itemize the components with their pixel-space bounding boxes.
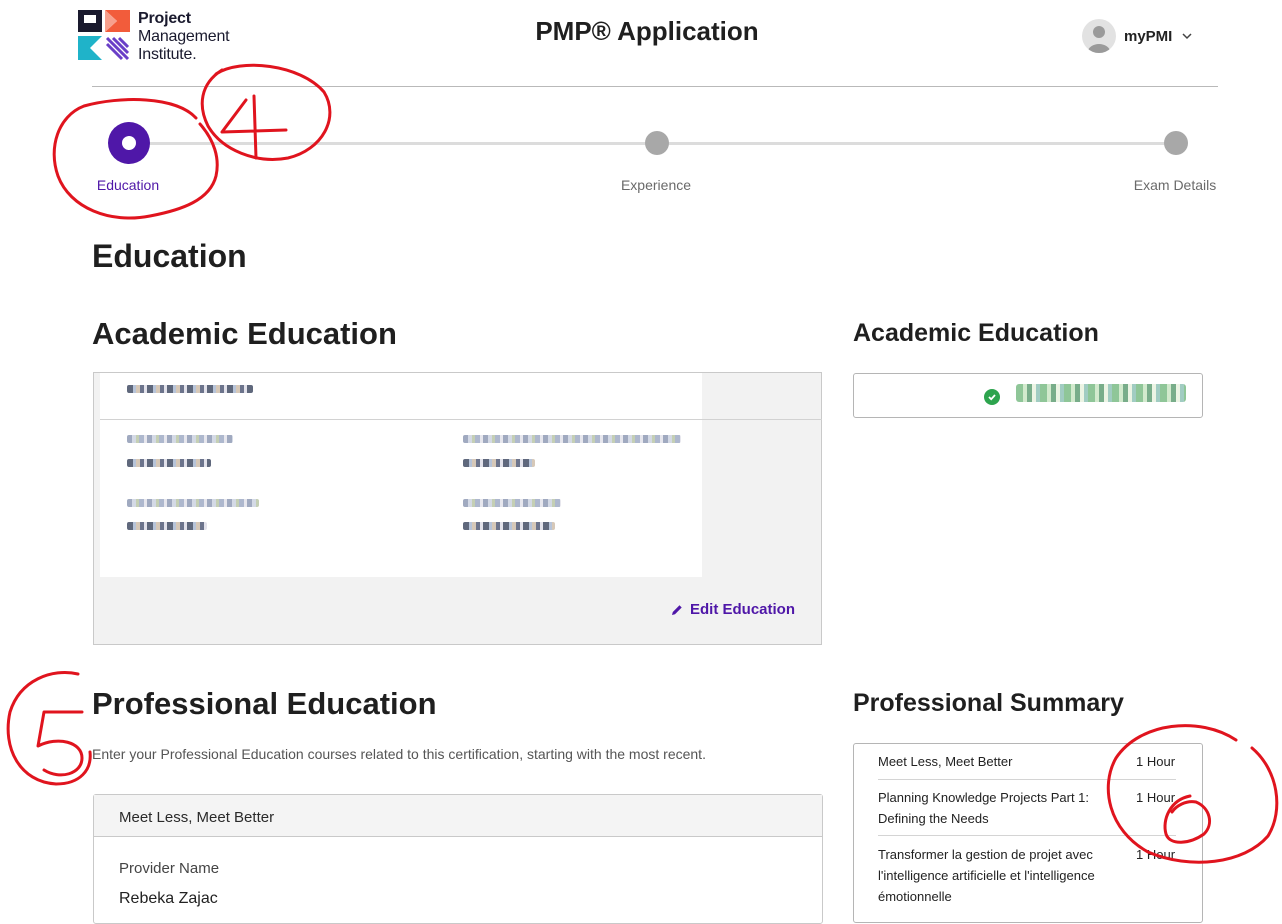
edit-education-label: Edit Education (690, 601, 795, 618)
redacted-label (127, 499, 259, 507)
summary-course-hours: 1 Hour (1136, 847, 1176, 862)
professional-course-card[interactable]: Meet Less, Meet Better Provider Name Reb… (93, 794, 823, 924)
chevron-down-icon (1182, 33, 1192, 40)
redacted-value (463, 459, 535, 467)
academic-summary-heading: Academic Education (853, 319, 1099, 347)
step-dot-experience[interactable] (645, 131, 669, 155)
step-label-education[interactable]: Education (58, 177, 198, 193)
summary-course-hours: 1 Hour (1136, 754, 1176, 769)
redacted-degree-summary (1016, 384, 1186, 402)
step-label-experience[interactable]: Experience (586, 177, 726, 193)
page-title: Education (92, 238, 247, 274)
course-name: Meet Less, Meet Better (119, 809, 275, 826)
professional-summary-card: Meet Less, Meet Better 1 Hour Planning K… (853, 743, 1203, 923)
summary-course-hours: 1 Hour (1136, 790, 1176, 805)
step-dot-education[interactable] (108, 122, 150, 164)
summary-course-title: Planning Knowledge Projects Part 1: Defi… (878, 790, 1090, 826)
summary-row: Transformer la gestion de projet avec l'… (878, 844, 1176, 914)
redacted-value (463, 522, 555, 530)
edit-education-button[interactable]: Edit Education (670, 601, 795, 618)
professional-education-description: Enter your Professional Education course… (92, 746, 706, 762)
annotation-circle-four (200, 63, 332, 161)
summary-row: Meet Less, Meet Better 1 Hour (878, 751, 1176, 780)
step-label-exam-details[interactable]: Exam Details (1105, 177, 1245, 193)
academic-education-card: Edit Education (93, 372, 822, 645)
pencil-icon (672, 604, 682, 615)
annotation-numeral-five (36, 710, 84, 777)
redacted-degree (127, 385, 253, 393)
annotation-circle-five (6, 671, 92, 786)
user-avatar-icon (1087, 26, 1111, 53)
academic-education-heading: Academic Education (92, 316, 397, 351)
redacted-label (127, 435, 233, 443)
academic-summary-card (853, 373, 1203, 418)
redacted-value (127, 459, 211, 467)
summary-course-title: Transformer la gestion de projet avec l'… (878, 847, 1095, 904)
academic-card-divider (100, 419, 822, 420)
summary-course-title: Meet Less, Meet Better (878, 754, 1013, 769)
avatar (1082, 19, 1116, 53)
user-menu[interactable]: myPMI (1082, 18, 1194, 54)
check-circle-icon (984, 389, 1000, 405)
professional-summary-heading: Professional Summary (853, 689, 1124, 717)
redacted-value (127, 522, 207, 530)
redacted-label (463, 435, 681, 443)
redacted-label (463, 499, 561, 507)
provider-name-value: Rebeka Zajac (119, 890, 218, 907)
step-dot-exam-details[interactable] (1164, 131, 1188, 155)
academic-card-body (100, 373, 702, 577)
header-divider (92, 86, 1218, 87)
user-menu-label: myPMI (1124, 27, 1173, 45)
summary-row: Planning Knowledge Projects Part 1: Defi… (878, 787, 1176, 836)
logo-line-3: Institute. (138, 46, 197, 63)
professional-education-heading: Professional Education (92, 686, 437, 721)
annotation-numeral-four (220, 94, 288, 160)
provider-name-label: Provider Name (119, 860, 220, 877)
